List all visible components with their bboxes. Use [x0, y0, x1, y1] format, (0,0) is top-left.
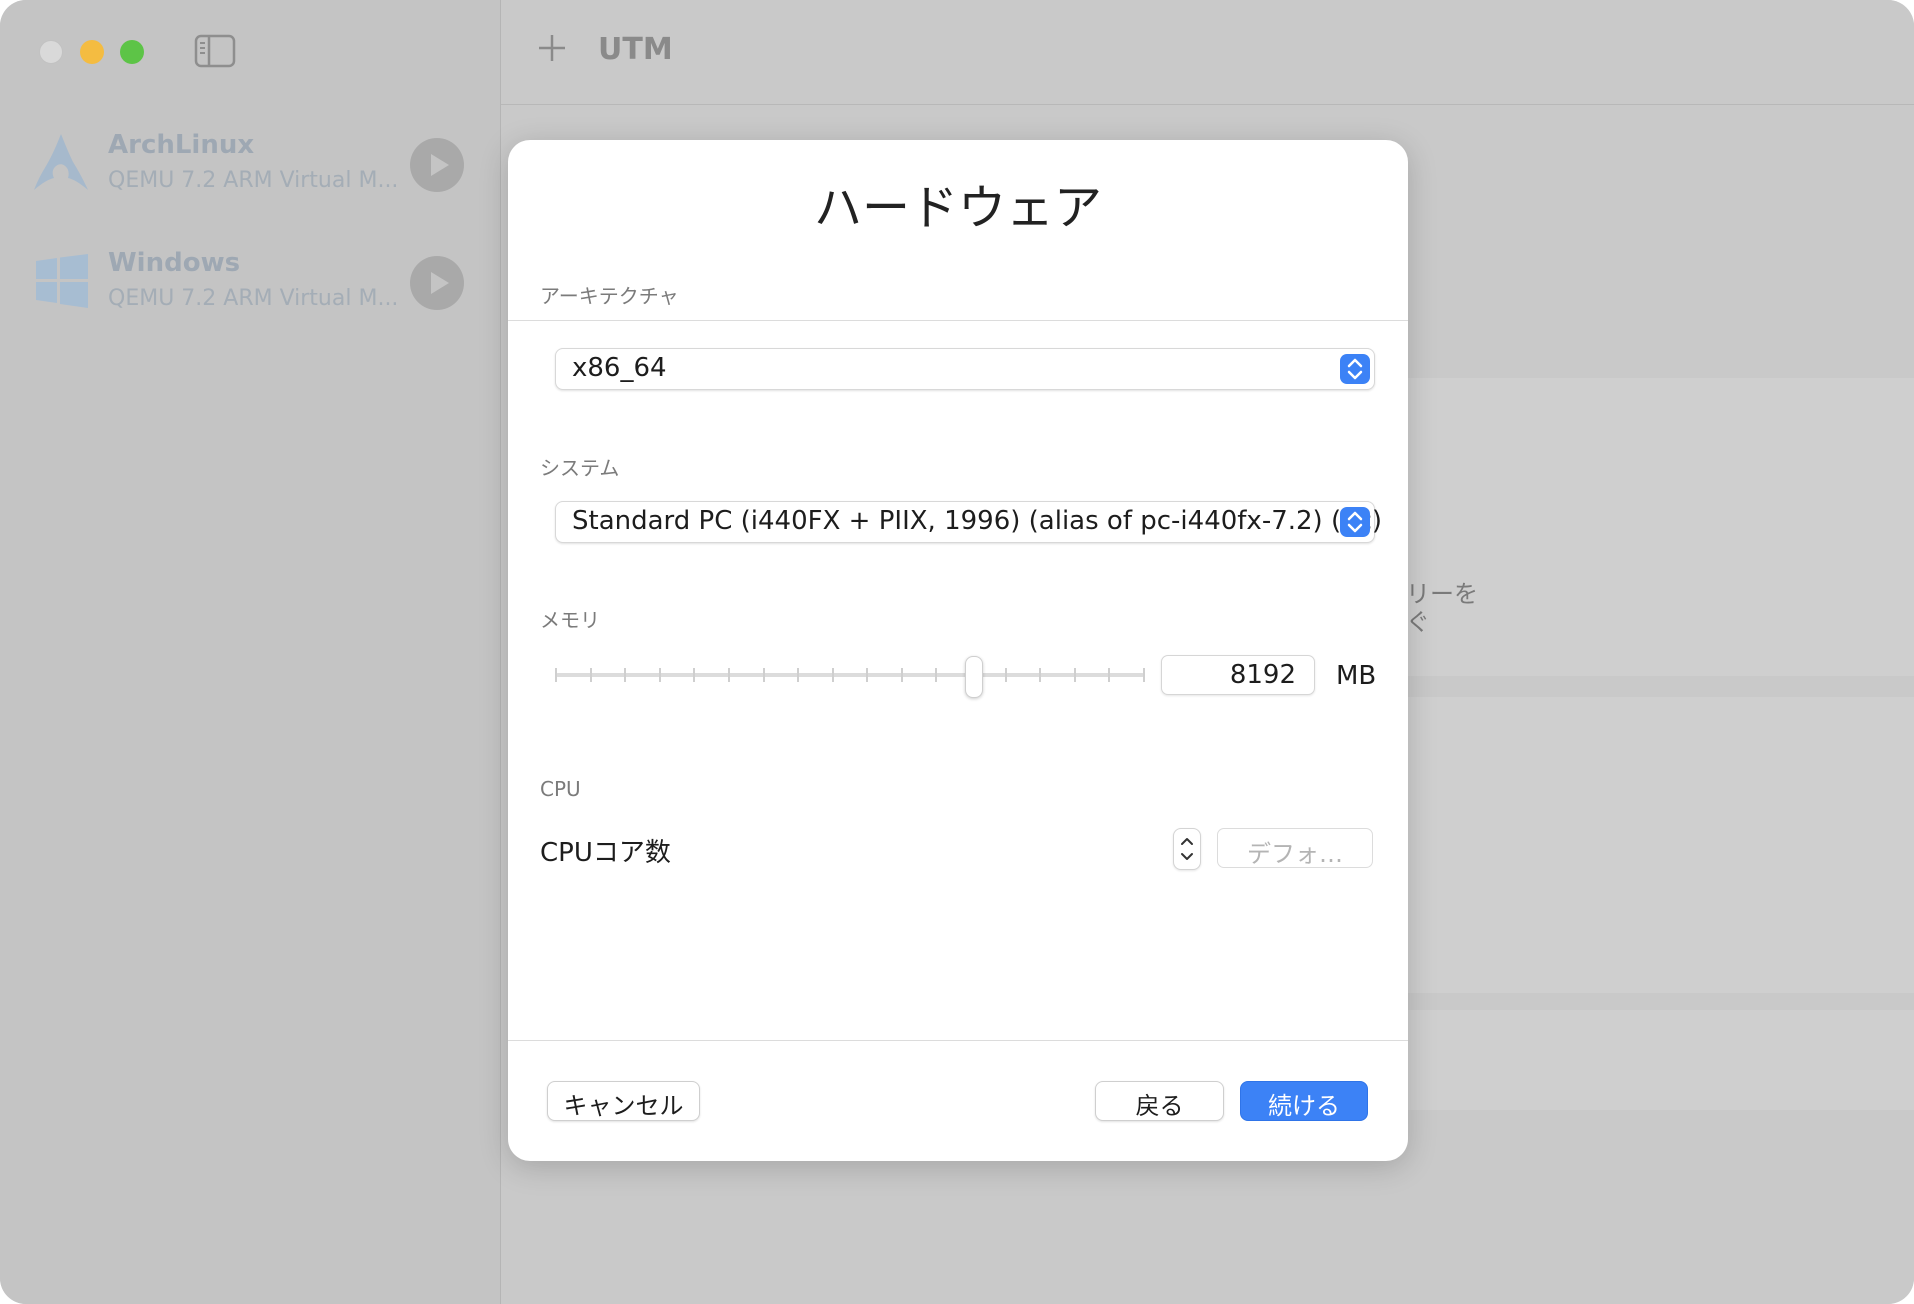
continue-button[interactable]: 続ける	[1240, 1081, 1368, 1121]
vm-subtitle: QEMU 7.2 ARM Virtual M...	[108, 168, 399, 193]
slider-tick	[1108, 668, 1110, 682]
select-chevrons-icon	[1340, 507, 1370, 537]
memory-unit: MB	[1336, 661, 1377, 691]
vm-name: Windows	[108, 248, 241, 278]
system-select[interactable]: Standard PC (i440FX + PIIX, 1996) (alias…	[555, 501, 1382, 543]
windows-logo-icon	[36, 254, 88, 312]
cpu-cores-label: CPUコア数	[540, 838, 671, 868]
background-card	[1381, 697, 1914, 993]
slider-tick	[590, 668, 592, 682]
slider-tick	[866, 668, 868, 682]
sheet-title: ハードウェア	[813, 180, 1102, 236]
maximize-window-button[interactable]	[120, 40, 144, 64]
system-label: システム	[540, 456, 620, 480]
hardware-sheet: ハードウェア アーキテクチャ x86_64 システム Standard PC (…	[508, 140, 1408, 1161]
vm-list-item-windows[interactable]: Windows QEMU 7.2 ARM Virtual M...	[0, 228, 500, 338]
play-icon[interactable]	[410, 256, 464, 310]
slider-tick	[832, 668, 834, 682]
architecture-label: アーキテクチャ	[540, 284, 679, 308]
plus-icon[interactable]	[537, 30, 567, 70]
slider-tick	[763, 668, 765, 682]
vm-name: ArchLinux	[108, 130, 255, 160]
toolbar: UTM	[501, 0, 1914, 105]
minimize-window-button[interactable]	[80, 40, 104, 64]
background-card	[1381, 378, 1914, 676]
slider-tick	[1005, 668, 1007, 682]
slider-tick	[555, 668, 557, 682]
slider-tick	[659, 668, 661, 682]
memory-label: メモリ	[540, 608, 600, 632]
cancel-button[interactable]: キャンセル	[547, 1081, 700, 1121]
architecture-select[interactable]: x86_64	[555, 348, 1375, 390]
sidebar-toggle-icon[interactable]	[194, 34, 236, 72]
slider-tick	[728, 668, 730, 682]
background-card	[1381, 1010, 1914, 1110]
cpu-cores-field[interactable]: デフォ…	[1217, 828, 1373, 868]
select-chevrons-icon	[1340, 354, 1370, 384]
slider-tick	[901, 668, 903, 682]
vm-list-item-archlinux[interactable]: ArchLinux QEMU 7.2 ARM Virtual M...	[0, 110, 500, 220]
vm-subtitle: QEMU 7.2 ARM Virtual M...	[108, 286, 399, 311]
back-button[interactable]: 戻る	[1095, 1081, 1224, 1121]
divider	[508, 320, 1408, 321]
close-window-button[interactable]	[39, 40, 63, 64]
slider-tick	[935, 668, 937, 682]
cpu-cores-stepper[interactable]	[1173, 828, 1201, 870]
window-title: UTM	[598, 32, 673, 67]
slider-tick	[1074, 668, 1076, 682]
slider-tick	[1039, 668, 1041, 682]
cpu-section-label: CPU	[540, 777, 581, 801]
archlinux-logo-icon	[32, 132, 90, 196]
footer-divider	[508, 1040, 1408, 1041]
memory-size-field[interactable]: 8192	[1161, 655, 1315, 695]
background-text: ぐ	[1406, 608, 1430, 636]
slider-tick	[693, 668, 695, 682]
play-icon[interactable]	[410, 138, 464, 192]
memory-slider-track[interactable]	[556, 673, 1144, 677]
utm-window: ArchLinux QEMU 7.2 ARM Virtual M... Wind…	[0, 0, 1914, 1304]
sidebar: ArchLinux QEMU 7.2 ARM Virtual M... Wind…	[0, 0, 501, 1304]
slider-tick	[624, 668, 626, 682]
slider-tick	[1143, 668, 1145, 682]
memory-slider-knob[interactable]	[965, 656, 983, 698]
architecture-value: x86_64	[572, 353, 667, 383]
slider-tick	[797, 668, 799, 682]
system-value: Standard PC (i440FX + PIIX, 1996) (alias…	[572, 506, 1383, 536]
